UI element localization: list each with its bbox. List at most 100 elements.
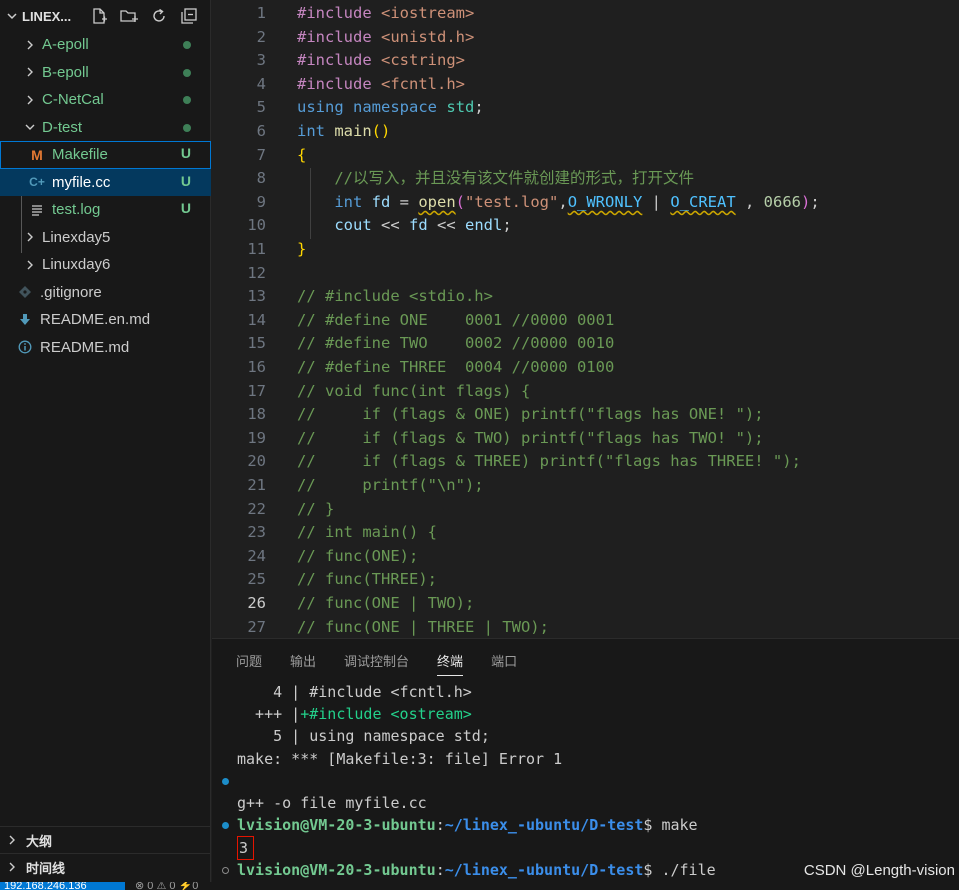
tree-item-linuxday6[interactable]: Linuxday6 <box>0 251 211 279</box>
cpp-file-icon: C+ <box>29 175 45 190</box>
explorer-title: LINEX... <box>22 8 72 24</box>
line-number: 8 <box>256 169 266 188</box>
refresh-icon[interactable] <box>148 5 170 27</box>
line-number: 11 <box>247 240 266 258</box>
code-line[interactable]: 2 #include <unistd.h> <box>212 26 959 50</box>
modified-dot <box>183 96 191 104</box>
terminal-line: 5 | using namespace std; <box>237 727 490 746</box>
code-line[interactable]: 6 int main() <box>212 120 959 144</box>
code-line[interactable]: 10 cout << fd << endl; <box>212 214 959 238</box>
status-problems[interactable]: ⊗ 0 ⚠ 0 ⚡0 <box>135 882 198 890</box>
tree-item-myfile-cc[interactable]: C+ myfile.cc U <box>0 168 211 196</box>
new-file-icon[interactable] <box>88 5 110 27</box>
code-line[interactable]: 17// void func(int flags) { <box>212 380 959 404</box>
tree-item-c-netcal[interactable]: C-NetCal <box>0 86 211 114</box>
markdown-download-icon <box>16 311 34 329</box>
collapse-all-icon[interactable] <box>178 5 200 27</box>
code-line[interactable]: 3 #include <cstring> <box>212 49 959 73</box>
code-line[interactable]: 5 using namespace std; <box>212 96 959 120</box>
untracked-badge: U <box>180 200 191 216</box>
code-line[interactable]: 7{ <box>212 144 959 168</box>
terminal-prompt-line: lvision@VM-20-3-ubuntu:~/linex_-ubuntu/D… <box>212 814 959 879</box>
code-line[interactable]: 13// #include <stdio.h> <box>212 285 959 309</box>
line-number: 9 <box>256 192 266 211</box>
chevron-right-icon <box>22 257 38 273</box>
code-line[interactable]: 19// if (flags & TWO) printf("flags has … <box>212 427 959 451</box>
tree-item-makefile[interactable]: M Makefile U <box>0 141 211 169</box>
tree-item-label: test.log <box>52 201 101 219</box>
tree-item-label: README.md <box>40 338 130 356</box>
terminal-line: 4 | #include <fcntl.h> <box>237 683 472 701</box>
code-line[interactable]: 20// if (flags & THREE) printf("flags ha… <box>212 450 959 474</box>
command-success-icon[interactable] <box>222 822 229 830</box>
terminal-line: make: *** [Makefile:3: file] Error 1 <box>237 749 563 768</box>
makefile-icon: M <box>31 146 43 163</box>
code-line[interactable]: 4 #include <fcntl.h> <box>212 73 959 97</box>
code-line[interactable]: 1 #include <iostream> <box>212 2 959 26</box>
tree-item-test-log[interactable]: test.log U <box>0 196 211 224</box>
tree-item-readme-en[interactable]: README.en.md <box>0 306 211 334</box>
line-number: 27 <box>247 617 266 636</box>
line-number: 7 <box>256 145 266 164</box>
tab-output[interactable]: 输出 <box>290 651 316 676</box>
line-number: 25 <box>247 570 266 589</box>
code-line[interactable]: 22// } <box>212 498 959 522</box>
code-line[interactable]: 15// #define TWO 0002 //0000 0010 <box>212 332 959 356</box>
chevron-down-icon[interactable] <box>4 8 20 24</box>
line-number: 5 <box>256 98 266 117</box>
tree-item-linexday5[interactable]: Linexday5 <box>0 224 211 252</box>
line-number: 10 <box>247 216 266 235</box>
tree-item-readme[interactable]: README.md <box>0 334 211 362</box>
new-folder-icon[interactable] <box>118 5 140 27</box>
line-number: 20 <box>247 452 266 471</box>
chevron-right-icon <box>4 832 20 848</box>
chevron-right-icon <box>22 37 38 53</box>
command-success-icon[interactable] <box>222 777 229 785</box>
line-number: 21 <box>247 476 266 494</box>
code-line[interactable]: 9 int fd = open("test.log",O_WRONLY | O_… <box>212 191 959 215</box>
code-editor[interactable]: 1 #include <iostream> 2 #include <unistd.h… <box>212 0 959 638</box>
timeline-section[interactable]: 时间线 <box>0 853 211 880</box>
code-line[interactable]: 12 <box>212 262 959 286</box>
chevron-right-icon <box>22 64 38 80</box>
line-number: 23 <box>247 523 266 542</box>
line-number: 16 <box>247 358 266 376</box>
line-number: 24 <box>247 546 266 565</box>
code-line[interactable]: 16// #define THREE 0004 //0000 0100 <box>212 356 959 380</box>
tab-problems[interactable]: 问题 <box>236 651 262 676</box>
code-line[interactable]: 18// if (flags & ONE) printf("flags has … <box>212 403 959 427</box>
tree-item-label: .gitignore <box>40 283 102 301</box>
tab-terminal[interactable]: 终端 <box>437 651 464 676</box>
explorer-header[interactable]: LINEX... <box>0 0 211 32</box>
watermark: CSDN @Length-vision <box>803 862 955 879</box>
code-line[interactable]: 11} <box>212 238 959 262</box>
tree-item-b-epoll[interactable]: B-epoll <box>0 59 211 87</box>
tree-item-a-epoll[interactable]: A-epoll <box>0 31 211 59</box>
code-line-active[interactable]: 26// func(ONE | TWO); <box>212 592 959 616</box>
code-line[interactable]: 25// func(THREE); <box>212 568 959 592</box>
code-line[interactable]: 23// int main() { <box>212 521 959 545</box>
modified-dot <box>183 68 191 77</box>
line-number: 13 <box>247 287 266 306</box>
tree-item-d-test[interactable]: D-test <box>0 114 211 142</box>
info-icon <box>16 338 34 356</box>
terminal[interactable]: 4 | #include <fcntl.h> +++ |+#include <o… <box>212 681 959 881</box>
code-line[interactable]: 8 //以写入，并且没有该文件就创建的形式，打开文件 <box>212 167 959 191</box>
outline-section[interactable]: 大纲 <box>0 826 211 853</box>
tab-ports[interactable]: 端口 <box>491 651 517 676</box>
tree-item-gitignore[interactable]: .gitignore <box>0 279 211 307</box>
code-line[interactable]: 14// #define ONE 0001 //0000 0001 <box>212 309 959 333</box>
panel-tabs: 问题 输出 调试控制台 终端 端口 <box>236 651 517 676</box>
status-bar: 192.168.246.136 ⊗ 0 ⚠ 0 ⚡0 <box>0 882 959 890</box>
code-line[interactable]: 21// printf("\n"); <box>212 474 959 498</box>
timeline-label: 时间线 <box>26 860 66 876</box>
remote-indicator[interactable]: 192.168.246.136 <box>0 882 125 890</box>
code-line[interactable]: 24// func(ONE); <box>212 545 959 569</box>
code-line[interactable]: 27// func(ONE | THREE | TWO); <box>212 616 959 638</box>
line-number: 3 <box>256 51 266 70</box>
tree-item-label: README.en.md <box>40 311 151 329</box>
line-number: 14 <box>247 310 266 329</box>
terminal-prompt-line: lvision@VM-20-3-ubuntu:~/linex_-ubuntu/D… <box>212 770 959 834</box>
tab-debug-console[interactable]: 调试控制台 <box>344 651 409 676</box>
chevron-down-icon <box>22 119 38 135</box>
